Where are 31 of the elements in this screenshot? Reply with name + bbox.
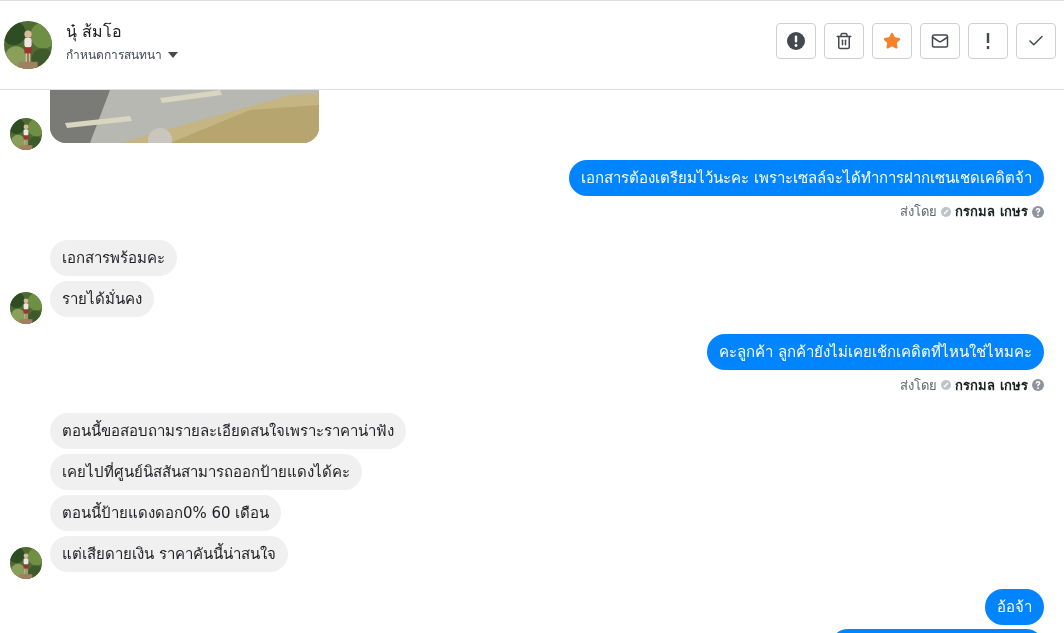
message-bubble: ตอนนี้ขอสอบถามรายละเอียดสนใจเพราะราคาน่าฟัง: [50, 413, 406, 449]
message-bubble: อ้อจ้า: [985, 589, 1044, 625]
contact-name: นุ๋ ส้มโอ: [66, 21, 124, 44]
sender-name[interactable]: กรกมล เกษร: [955, 202, 1028, 222]
trash-button[interactable]: [824, 23, 864, 59]
alert-icon: [786, 31, 806, 51]
star-button[interactable]: [872, 23, 912, 59]
exclamation-icon: [986, 33, 990, 49]
mail-icon: [931, 32, 949, 50]
caret-icon: [168, 52, 178, 58]
star-icon: [883, 32, 901, 50]
mail-button[interactable]: [920, 23, 960, 59]
message-bubble: แต่เสียดายเงิน ราคาคันนี้น่าสนใจ: [50, 536, 288, 572]
message-bubble: คะลูกค้า ลูกค้ายังไม่เคยเช้กเคดิตที่ไหนใช่ไหมคะ: [707, 333, 1044, 370]
alert-button[interactable]: [776, 23, 816, 59]
message-bubble: เคยไปที่ศูนย์นิสสันสามารถออกป้ายแดงได้คะ: [50, 454, 362, 490]
conversation-menu[interactable]: กำหนดการสนทนา: [66, 46, 178, 64]
status-icon: [941, 380, 952, 391]
bang-button[interactable]: [968, 23, 1008, 59]
message-bubble: เอกสารพร้อมคะ: [50, 239, 177, 276]
help-icon[interactable]: [1032, 205, 1044, 218]
message-bubble: ตอนนี้ป้ายแดงดอก0% 60 เดือน: [50, 495, 282, 531]
sent-by-label: ส่งโดย: [900, 203, 938, 221]
message-bubble: รายได้มั่นคง: [50, 280, 154, 317]
trash-icon: [835, 32, 853, 50]
message-bubble: เอกสารต้องเตรียมไว้นะคะ เพราะเซลล์จะได้ทำการฝากเซนเชดเคดิตจ้า: [569, 160, 1044, 196]
sent-by-label: ส่งโดย: [900, 376, 938, 395]
help-icon[interactable]: [1032, 379, 1044, 392]
check-button[interactable]: [1016, 23, 1056, 59]
sender-name[interactable]: กรกมล เกษร: [955, 375, 1028, 395]
status-icon: [941, 206, 952, 217]
